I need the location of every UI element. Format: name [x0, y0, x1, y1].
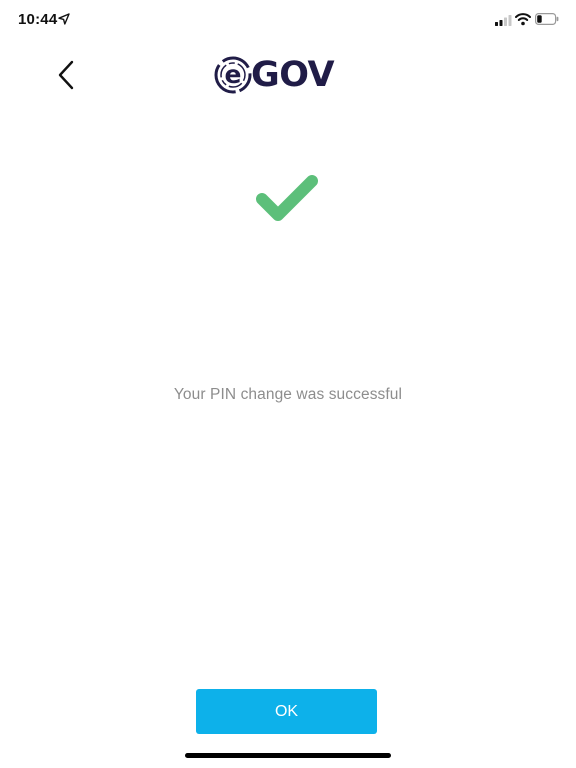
home-indicator — [185, 753, 391, 758]
success-message: Your PIN change was successful — [173, 386, 403, 403]
back-button[interactable] — [52, 58, 82, 92]
cellular-signal-icon — [495, 15, 512, 26]
battery-icon — [535, 13, 559, 25]
chevron-left-icon — [58, 60, 74, 90]
egov-logo-mark: e — [214, 56, 252, 94]
egov-logo: e GOV — [214, 55, 362, 95]
status-time: 10:44 — [18, 11, 58, 28]
location-arrow-icon — [58, 13, 70, 25]
checkmark-icon — [256, 175, 318, 221]
wifi-icon — [515, 13, 531, 26]
logo-mark-letter: e — [225, 60, 242, 89]
logo-text: GOV — [251, 55, 335, 95]
status-bar: 10:44 — [0, 0, 576, 40]
ok-button[interactable]: OK — [196, 689, 377, 734]
